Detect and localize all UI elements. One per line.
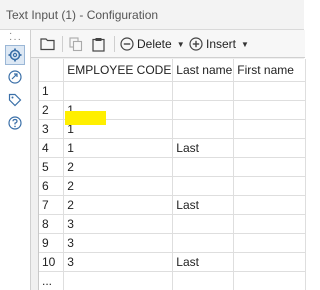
row-number-header <box>39 59 65 82</box>
row-number: 6 <box>39 176 65 196</box>
table-row: 1 <box>39 81 306 101</box>
row-number: ... <box>39 271 65 290</box>
chevron-down-icon: ▼ <box>176 39 185 49</box>
grid-cell[interactable] <box>172 119 235 139</box>
table-row: 93 <box>39 233 306 253</box>
connection-button[interactable] <box>5 67 25 87</box>
grid-cell[interactable] <box>172 176 235 196</box>
grid-cell[interactable] <box>172 271 235 290</box>
data-grid: EMPLOYEE CODE Last name First name 1 21 … <box>38 59 306 290</box>
gear-icon <box>8 48 22 62</box>
help-icon <box>8 116 22 130</box>
row-number: 10 <box>39 252 65 272</box>
panel-grip-icon[interactable]: · ··· <box>9 29 22 45</box>
grid-cell[interactable]: 3 <box>63 214 174 234</box>
chevron-down-icon: ▼ <box>241 39 249 49</box>
open-folder-button[interactable] <box>40 35 56 53</box>
insert-label: Insert <box>206 37 237 51</box>
grid-cell[interactable] <box>172 233 235 253</box>
grid-cell[interactable]: Last <box>172 195 235 215</box>
row-number: 1 <box>39 81 65 101</box>
data-table: EMPLOYEE CODE Last name First name 1 21 … <box>39 59 306 290</box>
row-number: 3 <box>39 119 65 139</box>
row-number: 7 <box>39 195 65 215</box>
column-header-first-name[interactable]: First name <box>233 59 306 82</box>
grid-cell[interactable] <box>172 157 235 177</box>
copy-button[interactable] <box>69 35 83 53</box>
grid-cell[interactable] <box>233 176 306 196</box>
row-number: 2 <box>39 100 65 120</box>
table-row: 4 1 Last <box>39 138 306 158</box>
delete-label: Delete <box>137 37 172 51</box>
copy-icon <box>69 36 83 51</box>
grid-cell[interactable] <box>233 252 306 272</box>
grid-cell[interactable]: 3 <box>63 252 174 272</box>
grid-cell[interactable] <box>233 271 306 290</box>
header-row: EMPLOYEE CODE Last name First name <box>39 59 306 82</box>
delete-button[interactable]: Delete ▼ <box>120 35 185 53</box>
grid-cell[interactable] <box>233 119 306 139</box>
help-button[interactable] <box>5 113 25 133</box>
row-number: 9 <box>39 233 65 253</box>
grid-cell[interactable] <box>63 81 174 101</box>
table-row: ... <box>39 271 306 290</box>
title-bar: Text Input (1) - Configuration <box>0 0 304 30</box>
annotation-button[interactable] <box>5 90 25 110</box>
grid-toolbar: Delete ▼ Insert ▼ <box>31 30 305 58</box>
row-number: 5 <box>39 157 65 177</box>
column-header-employee-code[interactable]: EMPLOYEE CODE <box>63 59 174 82</box>
table-row: 7 2 Last <box>39 195 306 215</box>
grid-cell[interactable]: 2 <box>63 157 174 177</box>
grid-cell[interactable] <box>233 214 306 234</box>
grid-cell[interactable]: Last <box>172 138 235 158</box>
grid-cell[interactable] <box>233 138 306 158</box>
clipboard-icon <box>92 37 105 52</box>
grid-cell[interactable]: 2 <box>63 195 174 215</box>
selected-cell-highlight[interactable] <box>65 111 106 125</box>
grid-cell[interactable] <box>233 195 306 215</box>
grid-cell[interactable] <box>233 233 306 253</box>
connection-icon <box>8 70 22 84</box>
grid-cell[interactable] <box>172 81 235 101</box>
column-header-last-name[interactable]: Last name <box>172 59 235 82</box>
grid-cell[interactable] <box>233 81 306 101</box>
plus-circle-icon <box>189 37 203 51</box>
row-number: 4 <box>39 138 65 158</box>
grid-cell[interactable] <box>172 214 235 234</box>
paste-button[interactable] <box>92 35 105 53</box>
row-number: 8 <box>39 214 65 234</box>
grid-cell[interactable]: 1 <box>63 138 174 158</box>
tag-icon <box>8 93 22 107</box>
table-row: 52 <box>39 157 306 177</box>
toolbar-separator <box>114 36 115 52</box>
grid-cell[interactable] <box>233 157 306 177</box>
grid-cell[interactable]: 3 <box>63 233 174 253</box>
table-row: 83 <box>39 214 306 234</box>
toolbar-separator <box>62 36 63 52</box>
window-title: Text Input (1) - Configuration <box>6 8 159 22</box>
insert-button[interactable]: Insert ▼ <box>189 35 249 53</box>
grid-cell[interactable] <box>63 271 174 290</box>
table-row: 62 <box>39 176 306 196</box>
minus-circle-icon <box>120 37 134 51</box>
grid-cell[interactable]: Last <box>172 252 235 272</box>
grid-cell[interactable]: 2 <box>63 176 174 196</box>
folder-icon <box>40 38 55 51</box>
configuration-panel: Delete ▼ Insert ▼ EMPLOYEE CODE Last nam… <box>30 30 306 290</box>
configuration-button[interactable] <box>5 45 25 65</box>
grid-cell[interactable] <box>233 100 306 120</box>
grid-cell[interactable] <box>172 100 235 120</box>
table-row: 10 3 Last <box>39 252 306 272</box>
